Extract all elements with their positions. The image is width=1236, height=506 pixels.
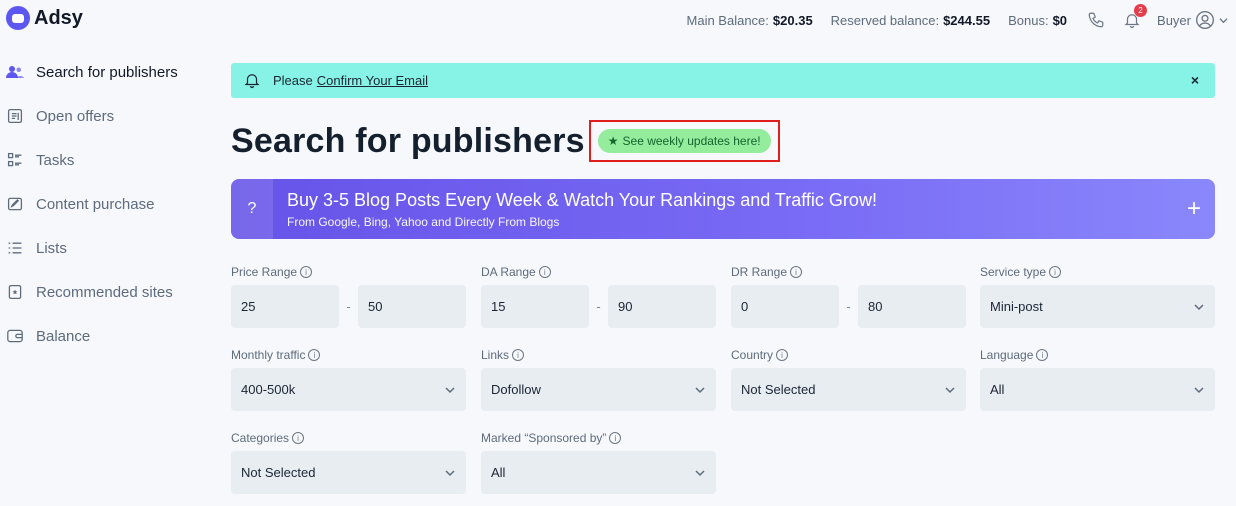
- info-icon[interactable]: i: [1036, 349, 1049, 361]
- info-icon[interactable]: i: [538, 266, 551, 278]
- promo-banner[interactable]: ? Buy 3-5 Blog Posts Every Week & Watch …: [231, 179, 1215, 239]
- user-avatar-icon: [1196, 11, 1214, 29]
- chevron-down-icon: [444, 467, 456, 479]
- country-filter: Country i Not Selected: [731, 346, 966, 411]
- main-balance: Main Balance: $20.35: [686, 12, 813, 28]
- links-select[interactable]: Dofollow: [481, 368, 716, 411]
- dr-max-input[interactable]: 80: [858, 285, 966, 328]
- list-icon: [6, 239, 24, 257]
- top-bar: Adsy Main Balance: $20.35 Reserved balanc…: [0, 0, 1236, 40]
- user-menu[interactable]: Buyer: [1157, 10, 1228, 30]
- promo-headline: Buy 3-5 Blog Posts Every Week & Watch Yo…: [287, 190, 877, 210]
- info-icon[interactable]: i: [512, 349, 525, 361]
- chevron-down-icon: [1219, 17, 1228, 23]
- info-icon[interactable]: i: [790, 266, 803, 278]
- page-title: Search for publishers: [231, 121, 585, 160]
- info-icon[interactable]: i: [308, 349, 321, 361]
- sidebar-item-lists[interactable]: Lists: [0, 226, 205, 270]
- sidebar-item-balance[interactable]: Balance: [0, 314, 205, 358]
- users-icon: [6, 63, 24, 81]
- promo-subline: From Google, Bing, Yahoo and Directly Fr…: [287, 215, 560, 229]
- service-type-select[interactable]: Mini-post: [980, 285, 1215, 328]
- close-notice-button[interactable]: ×: [1191, 72, 1199, 88]
- sidebar-item-recommended-sites[interactable]: Recommended sites: [0, 270, 205, 314]
- da-range-filter: DA Range i 15 - 90: [481, 263, 716, 328]
- chevron-down-icon: [1193, 384, 1205, 396]
- sponsored-select[interactable]: All: [481, 451, 716, 494]
- weekly-updates-button[interactable]: ★ See weekly updates here!: [597, 129, 771, 153]
- links-filter: Links i Dofollow: [481, 346, 716, 411]
- service-type-filter: Service type i Mini-post: [980, 263, 1215, 328]
- chevron-down-icon: [694, 384, 706, 396]
- da-min-input[interactable]: 15: [481, 285, 589, 328]
- notifications-bell-icon[interactable]: 2: [1121, 4, 1148, 31]
- bell-icon: [243, 71, 263, 91]
- info-icon[interactable]: i: [776, 349, 789, 361]
- info-icon[interactable]: i: [1049, 266, 1062, 278]
- sidebar: Search for publishers Open offers Tasks …: [0, 50, 205, 358]
- price-range-filter: Price Range i 25 - 50: [231, 263, 466, 328]
- star-icon: ★: [607, 134, 619, 148]
- tasks-icon: [6, 151, 24, 169]
- logo-text: Adsy: [34, 6, 83, 29]
- sponsored-filter: Marked “Sponsored by” i All: [481, 429, 716, 494]
- chevron-down-icon: [1193, 301, 1205, 313]
- sidebar-item-open-offers[interactable]: Open offers: [0, 94, 205, 138]
- dr-min-input[interactable]: 0: [731, 285, 839, 328]
- star-doc-icon: [6, 283, 24, 301]
- edit-icon: [6, 195, 24, 213]
- expand-plus-icon[interactable]: +: [1187, 195, 1201, 223]
- main-content: Please Confirm Your Email × Search for p…: [231, 63, 1215, 494]
- categories-select[interactable]: Not Selected: [231, 451, 466, 494]
- highlight-box: ★ See weekly updates here!: [588, 120, 780, 162]
- language-select[interactable]: All: [980, 368, 1215, 411]
- price-min-input[interactable]: 25: [231, 285, 339, 328]
- info-icon[interactable]: i: [300, 266, 313, 278]
- price-max-input[interactable]: 50: [358, 285, 466, 328]
- chevron-down-icon: [694, 467, 706, 479]
- phone-icon[interactable]: [1085, 9, 1107, 31]
- sidebar-item-content-purchase[interactable]: Content purchase: [0, 182, 205, 226]
- da-max-input[interactable]: 90: [608, 285, 716, 328]
- sidebar-item-tasks[interactable]: Tasks: [0, 138, 205, 182]
- chevron-down-icon: [444, 384, 456, 396]
- bonus-balance: Bonus: $0: [1008, 12, 1068, 28]
- country-select[interactable]: Not Selected: [731, 368, 966, 411]
- monthly-traffic-select[interactable]: 400-500k: [231, 368, 466, 411]
- title-row: Search for publishers ★ See weekly updat…: [231, 118, 780, 164]
- user-role: Buyer: [1157, 12, 1191, 28]
- reserved-balance: Reserved balance: $244.55: [830, 12, 991, 28]
- dr-range-filter: DR Range i 0 - 80: [731, 263, 966, 328]
- logo-icon: [6, 6, 30, 30]
- chevron-down-icon: [944, 384, 956, 396]
- account-summary: Main Balance: $20.35 Reserved balance: $24…: [686, 4, 1228, 31]
- notifications-badge: 2: [1134, 4, 1148, 17]
- question-icon: ?: [231, 179, 273, 239]
- monthly-traffic-filter: Monthly traffic i 400-500k: [231, 346, 466, 411]
- categories-filter: Categories i Not Selected: [231, 429, 466, 494]
- notice-text: Please: [273, 73, 313, 88]
- confirm-email-link[interactable]: Confirm Your Email: [317, 73, 428, 88]
- sidebar-item-search-publishers[interactable]: Search for publishers: [0, 50, 205, 94]
- language-filter: Language i All: [980, 346, 1215, 411]
- info-icon[interactable]: i: [609, 432, 622, 444]
- info-icon[interactable]: i: [292, 432, 305, 444]
- document-icon: [6, 107, 24, 125]
- email-confirm-notice: Please Confirm Your Email ×: [231, 63, 1215, 98]
- logo[interactable]: Adsy: [6, 6, 83, 30]
- wallet-icon: [6, 327, 24, 345]
